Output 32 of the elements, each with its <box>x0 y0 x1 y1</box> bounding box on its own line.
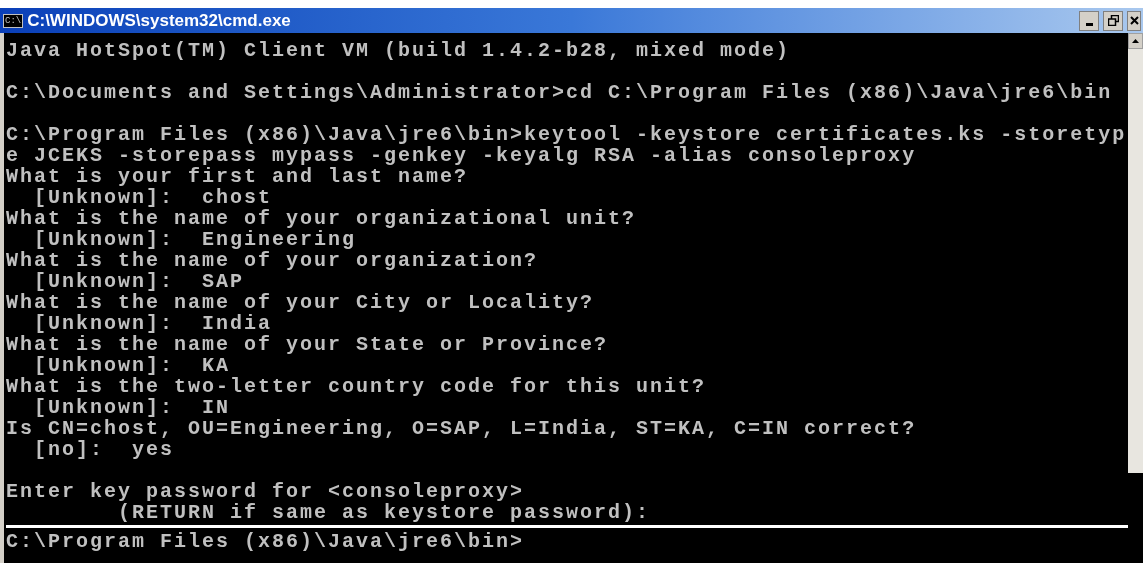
console-line: What is the name of your organization? <box>6 250 540 271</box>
console-line: C:\Documents and Settings\Administrator>cd C:\Program Files (x86)\Java\jre6\bin <box>6 82 1114 103</box>
minimize-icon <box>1085 22 1093 26</box>
close-button[interactable] <box>1127 10 1141 31</box>
console-line: Is CN=chost, OU=Engineering, O=SAP, L=India, ST=KA, C=IN correct? <box>6 418 918 439</box>
scrollbar[interactable] <box>1128 33 1143 473</box>
console-line: What is your first and last name? <box>6 166 470 187</box>
close-icon <box>1130 16 1139 25</box>
console-line: [Unknown]: SAP <box>33 271 246 292</box>
console-line: [Unknown]: IN <box>33 397 232 418</box>
restore-icon <box>1107 15 1119 26</box>
console-line: [no]: yes <box>33 439 176 460</box>
up-arrow-icon <box>1132 39 1139 43</box>
console-line: What is the name of your organizational unit? <box>6 208 638 229</box>
console-line: [Unknown]: Engineering <box>33 229 358 250</box>
console-line: Enter key password for <consoleproxy> <box>6 481 526 502</box>
console-line: C:\Program Files (x86)\Java\jre6\bin>keytool -keystore certificates.ks -storetyp <box>6 124 1128 145</box>
console-prompt: C:\Program Files (x86)\Java\jre6\bin> <box>6 531 526 552</box>
console-line: What is the name of your State or Province? <box>6 334 610 355</box>
scroll-up-button[interactable] <box>1128 33 1143 49</box>
console-line: e JCEKS -storepass mypass -genkey -keyalg RSA -alias consoleproxy <box>6 145 918 166</box>
console-line: Java HotSpot(TM) Client VM (build 1.4.2-b28, mixed mode) <box>6 40 792 61</box>
console-line: [Unknown]: India <box>33 313 274 334</box>
restore-button[interactable] <box>1103 10 1123 31</box>
console-line: What is the name of your City or Locality? <box>6 292 596 313</box>
console-line: [Unknown]: chost <box>33 187 274 208</box>
console-line: [Unknown]: KA <box>33 355 232 376</box>
minimize-button[interactable] <box>1079 10 1099 31</box>
window-title: C:\WINDOWS\system32\cmd.exe <box>27 10 291 31</box>
window-icon: C:\ <box>3 13 24 28</box>
console-line: (RETURN if same as keystore password): <box>117 502 652 523</box>
console-line: What is the two-letter country code for this unit? <box>6 376 708 397</box>
